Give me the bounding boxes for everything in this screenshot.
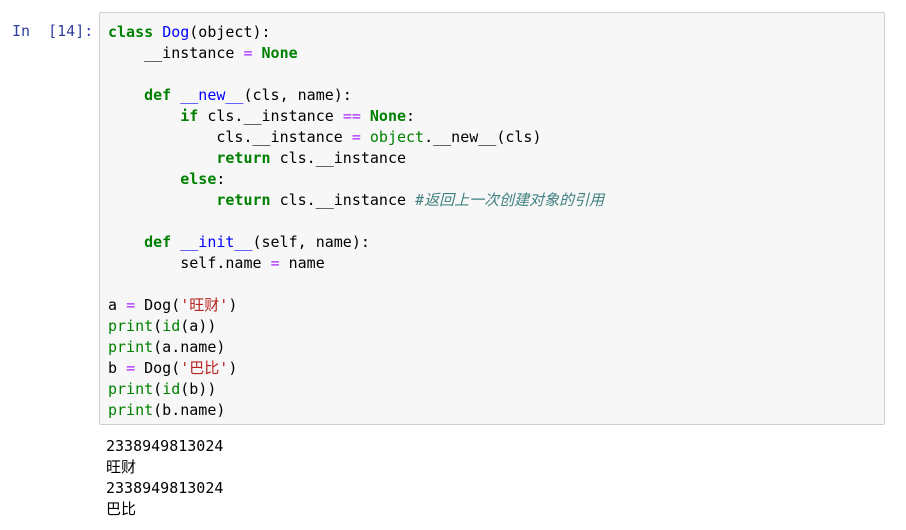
code-line: return cls.__instance [216,149,407,167]
output-line: 旺财 [106,458,137,476]
output-line: 2338949813024 [106,437,224,455]
input-prompt: In [14]: [12,22,94,40]
code-block[interactable]: class Dog(object): __instance = None def… [108,22,604,421]
cell-output: 2338949813024 旺财 2338949813024 巴比 [106,436,223,520]
code-editor[interactable]: class Dog(object): __instance = None def… [99,12,885,425]
code-line: self.name = name [108,254,325,272]
code-line: b = Dog('巴比') [108,359,238,377]
code-line: a = Dog('旺财') [108,296,238,314]
code-line: print(id(b)) [108,380,217,398]
notebook-cell: In [14]: class Dog(object): __instance =… [0,0,906,530]
output-line: 巴比 [106,500,137,518]
code-line: cls.__instance = object.__new__(cls) [108,128,542,146]
code-line: def __new__(cls, name): [144,86,352,104]
code-line: print(b.name) [108,401,226,419]
code-line: __instance = None [108,44,298,62]
output-line: 2338949813024 [106,479,224,497]
code-line: if cls.__instance == None: [180,107,416,125]
code-line: print(id(a)) [108,317,217,335]
code-line: print(a.name) [108,338,226,356]
code-line: else: [180,170,226,188]
code-line: class Dog(object): [108,23,271,41]
code-line: return cls.__instance #返回上一次创建对象的引用 [216,191,605,209]
code-line: def __init__(self, name): [144,233,370,251]
